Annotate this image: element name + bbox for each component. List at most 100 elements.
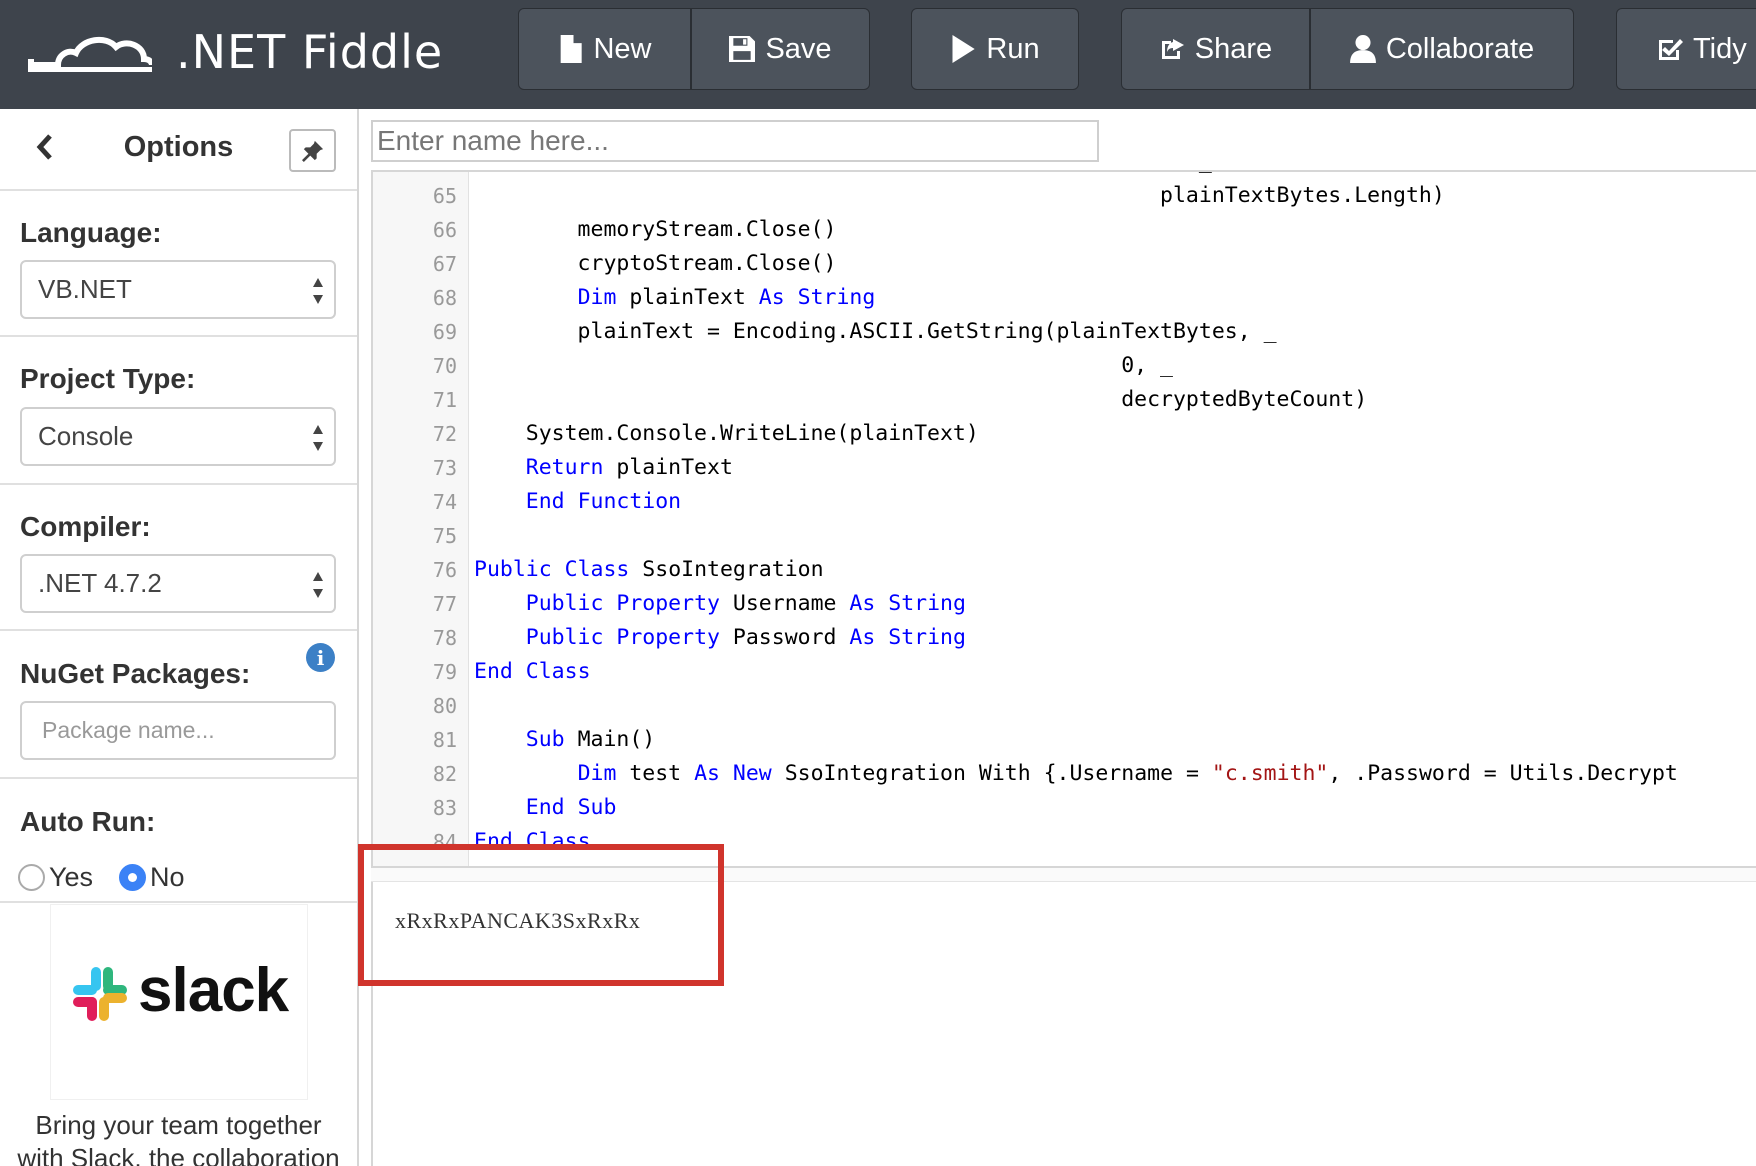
line-number: 67 [432, 252, 457, 276]
run-button[interactable]: Run [911, 8, 1079, 90]
language-select[interactable]: VB.NET [20, 260, 336, 319]
auto-run-options: Yes No [18, 862, 211, 893]
auto-run-yes-label: Yes [49, 862, 94, 892]
output-text: xRxRxPANCAK3SxRxRx [395, 908, 641, 933]
line-code: plainTextBytes.Length) [474, 179, 1445, 213]
package-name-input[interactable] [20, 701, 336, 760]
app-logo[interactable]: .NET Fiddle [28, 22, 443, 82]
line-number: 81 [432, 728, 457, 752]
code-text: test [616, 761, 695, 786]
line-number: 80 [432, 694, 457, 718]
options-sidebar: Options Language: VB.NET Project Type: C… [0, 109, 359, 1166]
code-string: "c.smith" [1211, 761, 1329, 786]
code-line: 67 cryptoStream.Close() [373, 247, 1756, 281]
code-text: , .Password = Utils.Decrypt [1328, 761, 1678, 786]
file-icon [561, 35, 583, 63]
code-keyword: End [474, 659, 513, 684]
code-line: 65 plainTextBytes.Length) [373, 179, 1756, 213]
new-button[interactable]: New [518, 8, 691, 90]
collaborate-button[interactable]: Collaborate [1310, 8, 1574, 90]
project-type-section: Project Type: Console [0, 337, 357, 485]
user-icon [1349, 35, 1376, 63]
auto-run-label: Auto Run: [20, 806, 156, 837]
line-code: memoryStream.Close() [474, 213, 837, 247]
code-keyword: Property [616, 591, 720, 616]
play-icon [952, 35, 976, 63]
code-line: 79 End Class [373, 655, 1756, 689]
code-text: SsoIntegration [629, 557, 824, 582]
code-keyword: Sub [525, 727, 565, 752]
line-code: End Function [474, 485, 681, 519]
code-line: 66 memoryStream.Close() [373, 213, 1756, 247]
compiler-select[interactable]: .NET 4.7.2 [20, 554, 336, 613]
line-number: 82 [432, 762, 457, 786]
code-line: 74 End Function [373, 485, 1756, 519]
line-code: Dim test As New SsoIntegration With {.Us… [474, 757, 1678, 791]
code-line: 75 [373, 519, 1756, 553]
project-type-select[interactable]: Console [20, 407, 336, 466]
code-keyword: Property [616, 625, 720, 650]
line-number: 65 [432, 184, 457, 208]
code-editor[interactable]: 64 0, _ 65 plainTextBytes.Length)66 memor… [371, 170, 1756, 868]
select-arrows-icon [313, 572, 323, 598]
editor-output-splitter[interactable] [371, 868, 1756, 882]
code-text: cryptoStream.Close() [474, 251, 837, 276]
code-keyword: Public [474, 557, 552, 582]
line-code: cryptoStream.Close() [474, 247, 837, 281]
code-line: 80 [373, 689, 1756, 723]
code-line: 77 Public Property Username As String [373, 587, 1756, 621]
slack-ad[interactable]: slack [50, 904, 308, 1100]
line-number: 70 [432, 354, 457, 378]
project-type-label: Project Type: [20, 363, 196, 394]
line-number: 76 [432, 558, 457, 582]
cloud-logo-icon [28, 36, 152, 72]
line-number: 83 [432, 796, 457, 820]
ad-text-line-1: Bring your team together [35, 1110, 322, 1140]
floppy-disk-icon [729, 36, 756, 62]
slack-ad-text[interactable]: Bring your team together with Slack, the… [0, 1109, 357, 1166]
save-button[interactable]: Save [691, 8, 870, 90]
code-line: 68 Dim plainText As String [373, 281, 1756, 315]
code-keyword: Class [564, 557, 630, 582]
code-text: Main() [564, 727, 656, 752]
info-icon[interactable]: i [306, 643, 335, 672]
code-line: 70 0, _ [373, 349, 1756, 383]
auto-run-yes-radio[interactable] [18, 864, 45, 891]
code-keyword: Class [525, 829, 591, 854]
line-code: plainText = Encoding.ASCII.GetString(pla… [474, 315, 1277, 349]
code-keyword: End [525, 489, 565, 514]
code-keyword: Return [525, 455, 604, 480]
line-number: 75 [432, 524, 457, 548]
compiler-section: Compiler: .NET 4.7.2 [0, 485, 357, 631]
line-number: 64 [373, 172, 457, 179]
share-button[interactable]: Share [1121, 8, 1310, 90]
auto-run-no-label: No [150, 862, 185, 892]
fiddle-name-input[interactable] [371, 120, 1099, 162]
code-line: 72 System.Console.WriteLine(plainText) [373, 417, 1756, 451]
slack-wordmark: slack [138, 956, 289, 1025]
auto-run-section: Auto Run: Yes No [0, 779, 357, 903]
line-number: 73 [432, 456, 457, 480]
code-keyword: Class [525, 659, 591, 684]
line-code: End Sub [474, 791, 617, 825]
auto-run-no-radio[interactable] [119, 864, 147, 891]
code-text: plainText [616, 285, 759, 310]
language-label: Language: [20, 217, 162, 248]
tidy-button[interactable]: Tidy [1616, 8, 1756, 90]
run-button-label: Run [986, 32, 1040, 65]
code-text: 0, _ [474, 172, 1212, 174]
pin-button[interactable] [289, 129, 336, 172]
line-number: 84 [432, 830, 457, 854]
language-value: VB.NET [38, 274, 132, 304]
